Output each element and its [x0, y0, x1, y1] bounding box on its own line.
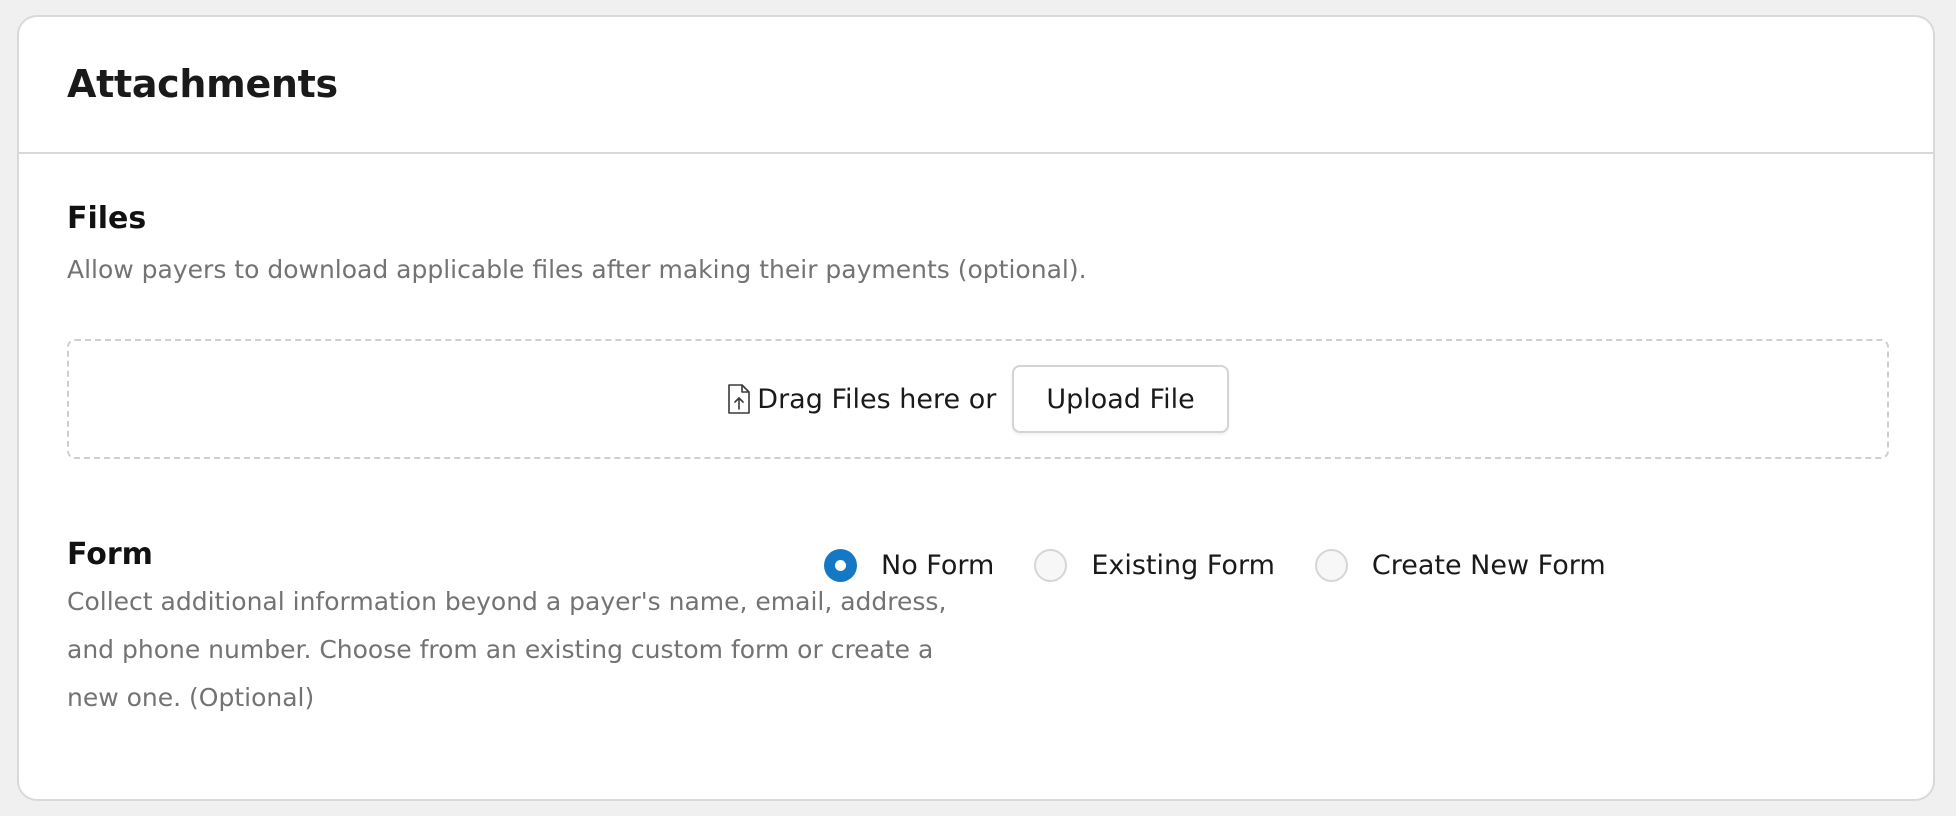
card-title: Attachments [67, 62, 338, 106]
files-title: Files [67, 201, 147, 236]
form-radio-group: No Form Existing Form Create New Form [824, 549, 1646, 582]
upload-file-button[interactable]: Upload File [1012, 365, 1229, 433]
radio-no-form[interactable]: No Form [824, 549, 994, 582]
dropzone-text: Drag Files here or [757, 383, 997, 415]
files-description: Allow payers to download applicable file… [67, 255, 1087, 284]
radio-button-checked[interactable] [824, 549, 857, 582]
radio-label-no-form: No Form [881, 550, 995, 581]
radio-existing-form[interactable]: Existing Form [1034, 549, 1275, 582]
attachments-card: Attachments Files Allow payers to downlo… [17, 15, 1935, 801]
file-dropzone[interactable]: Drag Files here or Upload File [67, 339, 1889, 459]
radio-create-new-form[interactable]: Create New Form [1314, 549, 1606, 582]
form-description: Collect additional information beyond a … [67, 587, 947, 712]
file-upload-icon [727, 384, 751, 414]
radio-button-unchecked[interactable] [1314, 549, 1348, 582]
card-header: Attachments [19, 17, 1933, 154]
radio-dot [835, 560, 846, 571]
radio-label-existing-form: Existing Form [1091, 550, 1275, 581]
radio-label-create-new-form: Create New Form [1371, 550, 1606, 581]
files-section: Files Allow payers to download applicabl… [67, 201, 1889, 294]
radio-button-unchecked[interactable] [1034, 549, 1068, 582]
